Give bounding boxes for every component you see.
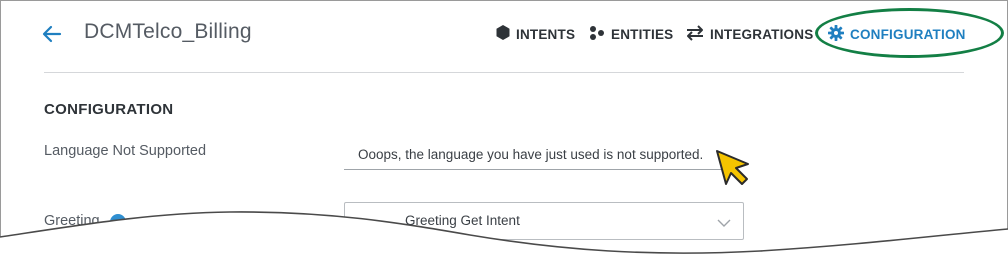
back-arrow-icon[interactable] <box>40 22 64 46</box>
nav-configuration-label: CONFIGURATION <box>850 26 966 42</box>
language-not-supported-label: Language Not Supported <box>44 143 207 159</box>
nav-entities-label: ENTITIES <box>611 26 674 42</box>
gear-icon <box>828 24 844 44</box>
entities-dots-icon <box>589 25 605 44</box>
section-title: CONFIGURATION <box>44 101 174 118</box>
nav-intents-label: INTENTS <box>516 26 576 42</box>
top-bar: DCMTelco_Billing INTENTS ENTITIES INTEGR… <box>0 0 1008 72</box>
torn-edge <box>0 211 1008 263</box>
nav-integrations-label: INTEGRATIONS <box>710 26 814 42</box>
nav-integrations[interactable]: INTEGRATIONS <box>686 24 813 44</box>
pointer-cursor-icon <box>716 150 749 185</box>
nav-intents[interactable]: INTENTS <box>496 24 575 44</box>
nav-configuration[interactable]: CONFIGURATION <box>828 24 966 44</box>
page-title: DCMTelco_Billing <box>84 20 252 43</box>
header-divider <box>44 72 964 73</box>
nav-entities[interactable]: ENTITIES <box>589 24 673 44</box>
language-not-supported-input[interactable] <box>344 140 730 170</box>
hexagon-icon <box>496 25 510 43</box>
swap-arrows-icon <box>686 24 704 44</box>
